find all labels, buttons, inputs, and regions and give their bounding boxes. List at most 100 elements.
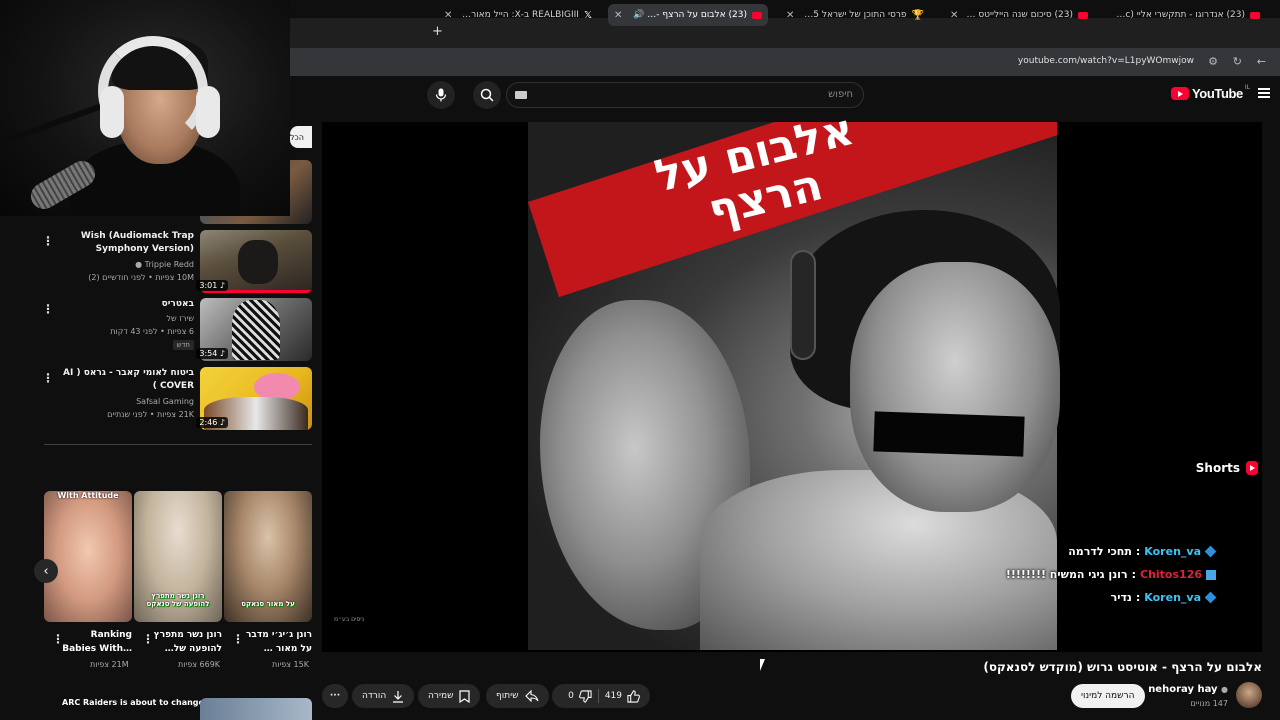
more-icon: ···: [329, 691, 341, 701]
tab-x-post[interactable]: 𝕏 REALBIGIII ב-X: הייל מאור דיס… ✕: [438, 4, 598, 26]
site-settings-icon[interactable]: ⚙: [1208, 55, 1218, 68]
rec-title[interactable]: ביטוח לאומי קאבר - גראס ( AI COVER ): [54, 367, 194, 393]
voice-search-button[interactable]: [427, 81, 455, 109]
duration-badge: 2:46 ♪: [196, 417, 228, 428]
new-tab-button[interactable]: +: [432, 24, 443, 39]
verified-icon: ●: [135, 260, 143, 269]
menu-icon[interactable]: [1258, 88, 1270, 98]
close-icon[interactable]: ✕: [786, 10, 794, 21]
tab-content-awards[interactable]: 🏆 פרסי התוכן של ישראל 2025 | המ… ✕: [780, 4, 930, 26]
rec-title[interactable]: באטריס: [54, 298, 194, 311]
stream-chat-overlay: Koren_va : תחכי לדרמה Chitos126 : רונן ג…: [986, 540, 1217, 609]
short-title[interactable]: רונן ג׳יג׳י מדבר על מאור …: [242, 628, 312, 656]
rec-item[interactable]: 3:01 ♪ Wish (Audiomack Trap Symphony Ver…: [18, 230, 312, 294]
back-icon[interactable]: ←: [1257, 55, 1266, 68]
thumb-figure: [232, 300, 280, 360]
chat-message: רונן גיגי המשיח !!!!!!!!: [1005, 568, 1128, 581]
subscribe-label: הרשמה למינוי: [1081, 691, 1135, 701]
search-input[interactable]: חיפוש: [506, 82, 864, 108]
more-vert-icon[interactable]: ⋮: [42, 234, 54, 248]
rec-item[interactable]: 3:54 ♪ באטריס שירז של 6 צפיות • לפני 43 …: [18, 298, 312, 362]
tab-title: (23) סיכום שנה היילייטס (חלק…: [966, 10, 1073, 20]
trophy-icon: 🏆: [911, 9, 924, 21]
mouse-cursor-icon: [760, 659, 765, 671]
reload-icon[interactable]: ↻: [1233, 55, 1242, 68]
tab-current-video[interactable]: (23) אלבום על הרצף - אוטיסט… 🔊 ✕: [608, 4, 768, 26]
rec-title[interactable]: ARC Raiders is about to change: [62, 698, 204, 707]
more-vert-icon[interactable]: ⋮: [142, 632, 154, 646]
short-card[interactable]: With Attitude: [44, 491, 132, 622]
short-views: 21M צפיות: [90, 660, 129, 669]
rec-meta: 21K צפיות • לפני שנתיים: [107, 410, 194, 419]
bookmark-icon: [459, 689, 471, 703]
search-placeholder: חיפוש: [828, 89, 853, 100]
mic-arm: [2, 101, 108, 145]
new-badge: חדש: [172, 340, 194, 350]
save-button[interactable]: שמירה: [418, 684, 481, 708]
speaker-icon[interactable]: 🔊: [633, 10, 644, 20]
diamond-badge-icon: [1204, 591, 1217, 604]
shorts-title: Shorts: [1195, 461, 1240, 475]
rec-channel[interactable]: שירז של: [34, 312, 195, 325]
channel-avatar[interactable]: [1236, 682, 1262, 708]
dislike-count: 0: [568, 691, 574, 701]
share-button[interactable]: שיתוף: [486, 684, 549, 708]
twitter-badge-icon: [1206, 569, 1216, 580]
youtube-logo[interactable]: YouTube IL: [1170, 84, 1250, 101]
address-bar[interactable]: youtube.com/watch?v=L1pyWOmwjow: [1018, 56, 1194, 66]
short-title[interactable]: Ranking Babies With…: [62, 628, 132, 656]
webcam-overlay: [0, 0, 290, 216]
close-icon[interactable]: ✕: [444, 10, 452, 21]
tab-androgo[interactable]: (23) אנדרוגו - תתקשרי אליי (Offic…: [1110, 4, 1266, 26]
chat-user: Chitos126: [1140, 568, 1202, 581]
chip-label: הכל: [290, 132, 305, 142]
divider: [44, 444, 312, 445]
rec-channel[interactable]: Trippie Redd ●: [34, 258, 194, 271]
search-icon: [480, 88, 494, 102]
short-card[interactable]: על מאור סנאקס: [224, 491, 312, 622]
rec-channel[interactable]: Safsal Gaming: [34, 395, 194, 408]
dislike-button[interactable]: 0: [568, 689, 592, 703]
search-button[interactable]: [473, 81, 501, 109]
youtube-icon: [1250, 11, 1260, 19]
chat-user: Koren_va: [1144, 545, 1201, 558]
share-icon: [524, 690, 539, 702]
tab-yearly-summary[interactable]: (23) סיכום שנה היילייטס (חלק… ✕: [944, 4, 1094, 26]
short-card[interactable]: רונן נשר מתפרץ להופעה של סנאקס: [134, 491, 222, 622]
keyboard-icon[interactable]: [515, 91, 527, 99]
more-vert-icon[interactable]: ⋮: [42, 371, 54, 385]
short-views: 15K צפיות: [272, 660, 309, 669]
channel-name[interactable]: nehoray hay ●: [1148, 684, 1228, 695]
rec-item[interactable]: 2:46 ♪ ביטוח לאומי קאבר - גראס ( AI COVE…: [18, 367, 312, 431]
download-icon: [393, 690, 404, 703]
x-icon: 𝕏: [583, 9, 592, 21]
video-title: אלבום על הרצף - אוטיסט גרוש (מוקדש לסנאק…: [983, 660, 1262, 674]
microphone-icon: [435, 88, 447, 102]
rec-thumbnail[interactable]: [200, 698, 312, 720]
chat-user: Koren_va: [1144, 591, 1201, 604]
chat-message: תחכי לדרמה: [1068, 545, 1132, 558]
short-caption: רונן נשר מתפרץ להופעה של סנאקס: [146, 592, 210, 608]
logo-text: YouTube: [1191, 86, 1243, 101]
more-actions-button[interactable]: ···: [322, 684, 348, 708]
shorts-header: Shorts: [1196, 461, 1258, 475]
person-face: [850, 262, 1060, 512]
chat-message: נדיר: [1110, 591, 1132, 604]
download-button[interactable]: הורדה: [352, 684, 415, 708]
subscribe-button[interactable]: הרשמה למינוי: [1071, 684, 1145, 708]
duration-text: 3:01: [199, 281, 218, 290]
chat-line: Chitos126 : רונן גיגי המשיח !!!!!!!!: [986, 563, 1216, 586]
close-icon[interactable]: ✕: [950, 10, 958, 21]
filter-chip-all[interactable]: הכל: [290, 126, 312, 148]
rec-title[interactable]: Wish (Audiomack Trap Symphony Version): [54, 230, 194, 256]
chat-line: Koren_va : תחכי לדרמה: [986, 540, 1217, 563]
more-vert-icon[interactable]: ⋮: [52, 632, 64, 646]
screen: { "browser": { "tabs": [ {"title": "(23)…: [0, 0, 1280, 720]
like-button[interactable]: 419: [605, 689, 640, 703]
chevron-left-icon[interactable]: ‹: [34, 559, 58, 583]
close-icon[interactable]: ✕: [614, 10, 622, 21]
short-title[interactable]: רונן נשר מתפרץ להופעה של…: [152, 628, 222, 656]
more-vert-icon[interactable]: ⋮: [232, 632, 244, 646]
thumb-figure: [238, 240, 278, 284]
more-vert-icon[interactable]: ⋮: [42, 302, 54, 316]
